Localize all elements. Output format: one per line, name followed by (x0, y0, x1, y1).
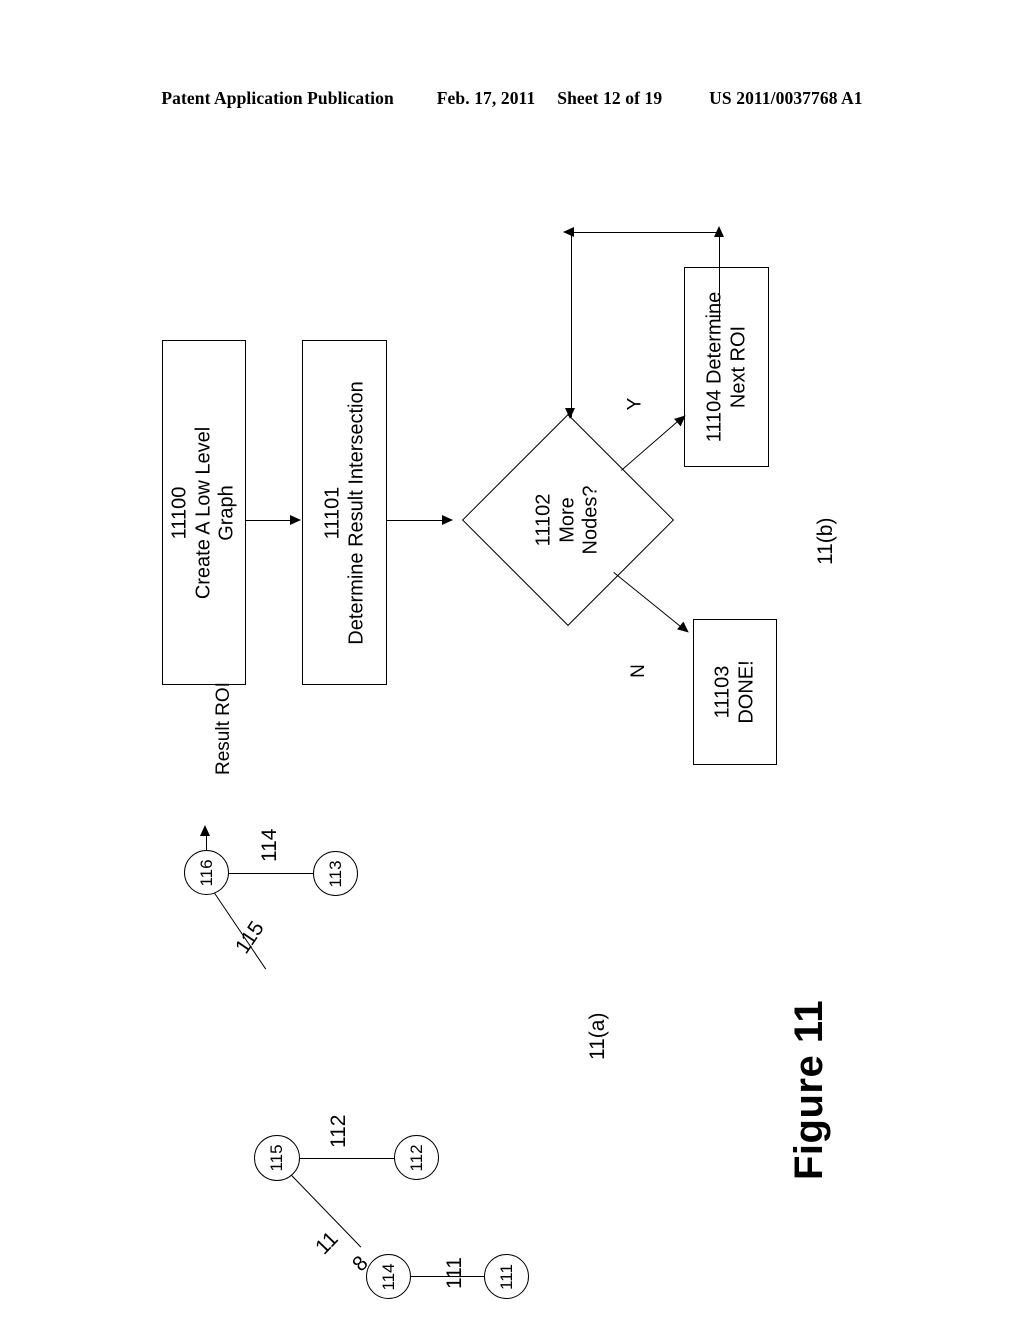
flow-box-11100-label: 11100 Create A Low Level Graph (169, 426, 240, 598)
result-roi-label: Result ROI (213, 682, 234, 775)
feedback-horizontal (571, 232, 720, 233)
flow-box-11101[interactable]: 11101 Determine Result Intersection (302, 340, 387, 685)
connector-11101-to-11102 (387, 520, 444, 521)
header-patent-number: US 2011/0037768 A1 (709, 88, 863, 108)
page-header: Patent Application Publication Feb. 17, … (0, 88, 1024, 109)
figure-title: Figure 11 (787, 999, 831, 1180)
flow-box-11104[interactable]: 11104 Determine Next ROI (684, 267, 769, 467)
graph-node-115[interactable]: 115 (254, 1135, 300, 1181)
flow-box-11100[interactable]: 11100 Create A Low Level Graph (162, 340, 246, 685)
branch-no-label: N (627, 664, 649, 678)
flow-decision-11102-line1: More (556, 497, 579, 543)
flow-decision-11102-label: 11102 More Nodes? (533, 486, 604, 555)
graph-node-111[interactable]: 111 (484, 1254, 529, 1299)
flow-box-11103-number: 11103 (711, 665, 734, 719)
graph-edge-118-label-part1: 11 (311, 1227, 343, 1259)
graph-node-112[interactable]: 112 (394, 1135, 439, 1180)
graph-edge-111-label: 111 (443, 1257, 466, 1289)
branch-no-arrowhead (677, 621, 692, 637)
branch-yes-label: Y (624, 397, 646, 411)
sub-caption-11a: 11(a) (586, 1012, 609, 1060)
connector-11100-to-11101 (246, 520, 291, 521)
figure-11: 11100 Create A Low Level Graph 11101 Det… (0, 150, 1024, 1310)
graph-node-115-label: 115 (267, 1144, 286, 1172)
connector-11101-to-11102-arrowhead (442, 515, 453, 525)
flow-box-11101-line1: Determine Result Intersection (344, 380, 367, 645)
graph-edge-115-label: 115 (231, 917, 269, 958)
feedback-vertical-left (571, 232, 572, 417)
flow-box-11103-line1: DONE! (735, 660, 757, 724)
flow-box-11101-number: 11101 (320, 486, 343, 539)
graph-node-116[interactable]: 116 (184, 850, 229, 895)
flow-box-11100-line2: Graph (215, 484, 238, 541)
header-sheet: Sheet 12 of 19 (557, 88, 663, 108)
graph-node-113[interactable]: 113 (313, 851, 358, 896)
flow-box-11101-label: 11101 Determine Result Intersection (321, 381, 368, 644)
feedback-arrow-left (563, 227, 574, 237)
flow-box-11100-line1: Create A Low Level (192, 426, 215, 599)
flow-decision-11102-number: 11102 (532, 493, 555, 547)
graph-node-111-label: 111 (496, 1263, 516, 1290)
graph-node-116-label: 116 (196, 858, 216, 887)
flow-box-11104-label: 11104 Determine Next ROI (703, 292, 750, 442)
flow-box-11104-line1: Next ROI (726, 325, 749, 409)
branch-no-line (613, 572, 686, 631)
result-roi-arrowhead (200, 825, 210, 836)
graph-edge-112-label: 112 (327, 1114, 350, 1148)
connector-11100-to-11101-arrowhead (290, 515, 301, 525)
flow-box-11103-label: 11103 DONE! (711, 660, 758, 723)
flow-box-11104-number: 11104 Determine (702, 291, 725, 443)
flow-box-11103[interactable]: 11103 DONE! (693, 619, 777, 765)
graph-node-114[interactable]: 114 (366, 1254, 411, 1299)
header-date: Feb. 17, 2011 (436, 88, 536, 108)
graph-node-113-label: 113 (325, 859, 345, 888)
branch-yes-line (621, 416, 684, 471)
flow-box-11100-number: 11100 (168, 486, 191, 539)
flow-decision-11102-line2: Nodes? (579, 485, 602, 555)
header-publication: Patent Application Publication (161, 88, 394, 108)
graph-node-114-label: 114 (378, 1262, 398, 1291)
sub-caption-11b: 11(b) (814, 517, 837, 565)
graph-edge-114 (228, 873, 314, 874)
graph-node-112-label: 112 (406, 1143, 426, 1172)
graph-edge-112 (296, 1158, 396, 1159)
graph-edge-114-label: 114 (258, 828, 281, 862)
